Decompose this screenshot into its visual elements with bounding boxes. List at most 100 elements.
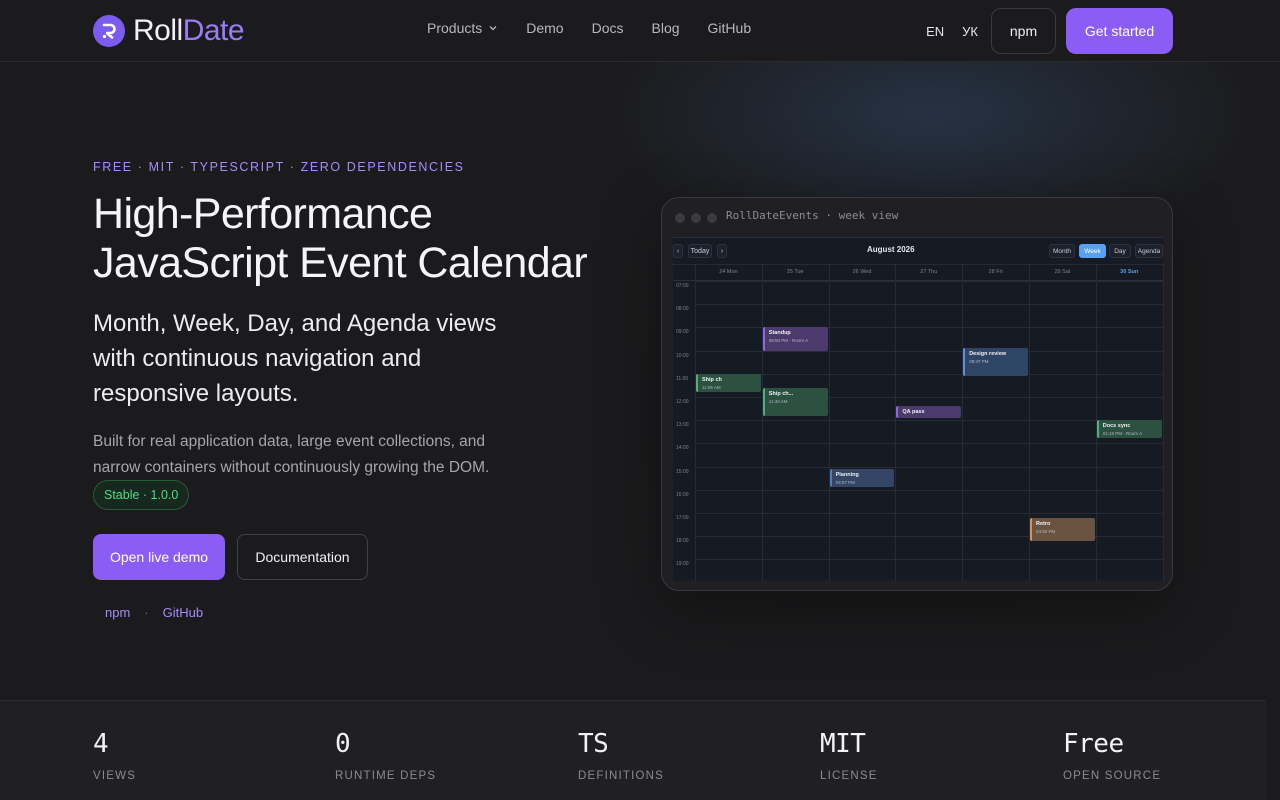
event-title: Ship ch (702, 376, 722, 383)
hero-description: Built for real application data, large e… (93, 433, 490, 476)
window-controls (675, 213, 717, 223)
window-dot (675, 213, 685, 223)
event-time: 11:40 AM (768, 398, 788, 404)
logo[interactable]: RollDate (93, 14, 245, 48)
day-header: 28 Fri (988, 269, 1003, 275)
window-dot (707, 213, 717, 223)
hour-label: 08:00 (676, 306, 689, 313)
stat-value: 4 (93, 729, 109, 759)
calendar-event[interactable]: Ship ch... 11:40 AM (762, 387, 828, 416)
calendar-event[interactable]: Standup 08:50 PM · Room A (762, 327, 828, 351)
hour-label: 18:00 (676, 538, 689, 545)
hour-label: 14:00 (676, 445, 689, 452)
calendar-preview-window: RollDateEvents · week view ‹ Today › Aug… (661, 197, 1173, 591)
day-header-row: 24 Mon 25 Tue 26 Wed 27 Thu 28 Fri 29 Sat 30 S… (673, 264, 1163, 281)
stat-item: 4 VIEWS (93, 729, 136, 782)
nav-link-docs[interactable]: Docs (592, 20, 624, 36)
calendar-event[interactable]: Design review 09:47 PM (963, 348, 1028, 377)
stat-label: VIEWS (93, 770, 137, 782)
npm-link[interactable]: npm (105, 605, 130, 620)
event-title: Standup (768, 330, 791, 337)
chevron-down-icon (489, 26, 497, 31)
hour-gridline (695, 466, 1163, 468)
event-time: 01:15 PM · Room A (1102, 431, 1143, 437)
window-title: RollDateEvents · week view (726, 209, 899, 222)
event-time: 09:47 PM (969, 359, 989, 365)
day-header: 27 Thu (920, 269, 938, 275)
logo-icon (93, 15, 125, 47)
stat-label: OPEN SOURCE (1063, 770, 1162, 782)
calendar-event[interactable]: Ship ch 11:05 AM (696, 373, 761, 393)
nav-actions: EN УК npm Get started (926, 8, 1173, 54)
open-live-demo-button[interactable]: Open live demo (93, 534, 225, 580)
day-header: 29 Sat (1054, 269, 1071, 275)
today-button[interactable]: Today (688, 244, 712, 258)
event-title: Retro (1036, 520, 1051, 527)
hour-gridline (695, 489, 1163, 491)
event-time: 03:07 PM (835, 479, 855, 485)
day-column-divider (1162, 264, 1164, 582)
nav-link-blog[interactable]: Blog (652, 20, 680, 36)
top-navigation: RollDate Products Demo Docs Blog GitHub … (0, 0, 1280, 62)
next-week-button[interactable]: › (717, 244, 727, 258)
calendar-event[interactable]: Planning 03:07 PM (829, 468, 895, 488)
view-day-button[interactable]: Day (1109, 244, 1131, 258)
nav-products-dropdown[interactable]: Products (427, 20, 498, 36)
hour-label: 16:00 (676, 491, 689, 498)
day-column-divider (828, 264, 830, 582)
event-time: 11:05 AM (702, 384, 721, 390)
day-header: 25 Tue (786, 269, 804, 275)
day-header: 24 Mon (719, 269, 738, 275)
day-header: 26 Wed (852, 269, 872, 275)
day-column-divider (895, 264, 897, 582)
hour-label: 07:00 (676, 283, 689, 289)
hour-gridline (695, 420, 1163, 422)
hour-label: 12:00 (676, 399, 689, 405)
nav-links: Products Demo Docs Blog GitHub (427, 20, 751, 36)
stats-bar: 4 VIEWS 0 RUNTIME DEPS TS DEFINITIONS MIT LICEN… (0, 700, 1266, 800)
day-column-divider (962, 264, 964, 582)
event-time: 08:50 PM · Room A (768, 338, 809, 344)
stat-item: TS DEFINITIONS (578, 729, 664, 782)
calendar-title: August 2026 (867, 245, 915, 254)
hero-title-line-2: JavaScript Event Calendar (93, 239, 588, 287)
get-started-button[interactable]: Get started (1066, 8, 1173, 54)
event-title: Planning (835, 471, 859, 478)
hour-label: 11:00 (676, 375, 689, 382)
day-column-divider (761, 264, 763, 582)
lang-uk-button[interactable]: УК (962, 24, 978, 39)
view-week-button[interactable]: Week (1079, 244, 1106, 258)
hero-subtitle: Month, Week, Day, and Agenda views with … (93, 310, 497, 407)
day-header: 30 Sun (1120, 269, 1139, 275)
hour-gridline (695, 304, 1163, 306)
nav-link-github[interactable]: GitHub (708, 20, 752, 36)
nav-link-demo[interactable]: Demo (526, 20, 563, 36)
stat-label: LICENSE (820, 770, 878, 782)
hour-gridline (695, 350, 1163, 352)
stat-label: DEFINITIONS (578, 770, 665, 782)
calendar-event[interactable]: Retro 04:50 PM (1030, 517, 1095, 541)
documentation-button[interactable]: Documentation (237, 534, 368, 580)
hour-label: 15:00 (676, 468, 689, 475)
hour-label: 13:00 (676, 422, 689, 429)
scrollbar[interactable] (1266, 62, 1280, 800)
stat-value: Free (1063, 729, 1124, 759)
stat-value: 0 (335, 729, 351, 759)
lang-en-button[interactable]: EN (926, 24, 944, 39)
prev-week-button[interactable]: ‹ (673, 244, 683, 258)
nav-link-label: Products (427, 20, 483, 36)
view-month-button[interactable]: Month (1049, 244, 1075, 258)
stat-item: Free OPEN SOURCE (1063, 729, 1161, 782)
event-title: Ship ch... (768, 390, 794, 397)
npm-button[interactable]: npm (991, 8, 1056, 54)
calendar-event[interactable]: Docs sync 01:15 PM · Room A (1096, 420, 1162, 438)
hero-title-line-1: High-Performance (93, 190, 433, 238)
github-link[interactable]: GitHub (163, 605, 203, 620)
hour-gridline (695, 373, 1163, 375)
event-title: Design review (969, 351, 1007, 358)
view-agenda-button[interactable]: Agenda (1135, 244, 1163, 258)
stat-value: TS (578, 729, 609, 759)
hero-eyebrow: FREE · MIT · TYPESCRIPT · ZERO DEPENDENC… (93, 160, 465, 174)
hour-gridline (695, 443, 1163, 445)
calendar-event[interactable]: QA pass (896, 406, 962, 418)
